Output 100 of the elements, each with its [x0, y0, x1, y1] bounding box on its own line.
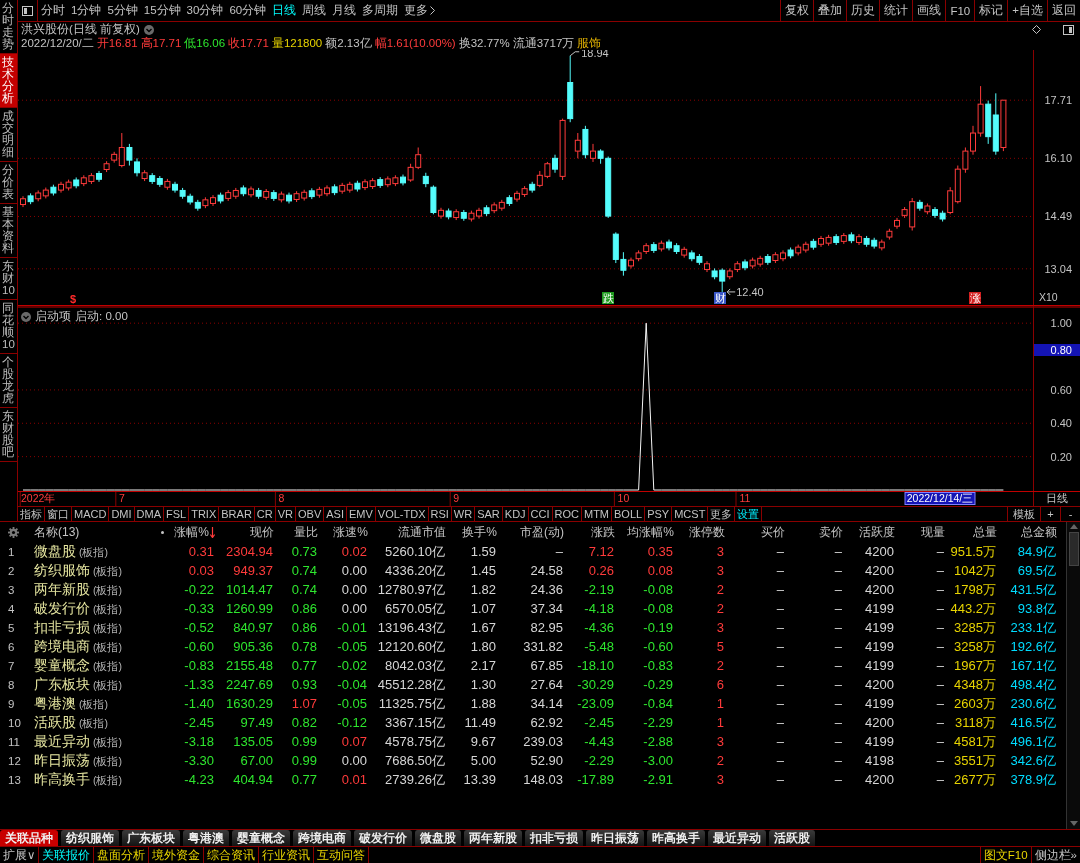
indicator-tab[interactable]: BRAR	[219, 507, 255, 521]
column-header[interactable]: 总金额	[999, 523, 1059, 541]
side-tab[interactable]: 技术分析	[0, 54, 17, 108]
status-link[interactable]: 互动问答	[314, 847, 370, 863]
sector-name[interactable]: 最近异动	[34, 732, 90, 751]
column-header[interactable]: 名称(13)	[34, 523, 80, 541]
side-tab[interactable]: 分时走势	[0, 0, 17, 54]
related-tab[interactable]: 昨高换手	[647, 830, 705, 846]
side-tab[interactable]: 基本资料	[0, 204, 17, 258]
scrollbar-thumb[interactable]	[1068, 532, 1079, 566]
column-header[interactable]: 涨跌	[566, 523, 617, 541]
column-header[interactable]: 流通市值	[370, 523, 448, 541]
sector-name[interactable]: 两年新股	[34, 580, 90, 599]
sector-name[interactable]: 微盘股	[34, 542, 76, 561]
side-tab[interactable]: 个股龙虎	[0, 354, 17, 408]
indicator-tab[interactable]: CCI	[528, 507, 553, 521]
side-tab[interactable]: 同花顺10	[0, 300, 17, 354]
indicator-tab[interactable]: KDJ	[502, 507, 529, 521]
indicator-tab[interactable]: 指标	[18, 507, 45, 521]
period-tab[interactable]: 15分钟	[140, 0, 184, 21]
status-link[interactable]: 行业资讯	[259, 847, 315, 863]
indicator-tab[interactable]: 更多	[708, 507, 736, 521]
indicator-tab[interactable]: ROC	[552, 507, 582, 521]
status-link[interactable]: 侧边栏»	[1030, 847, 1080, 863]
indicator-tab[interactable]: DMA	[134, 507, 164, 521]
side-tab[interactable]: 东财10	[0, 258, 17, 300]
side-tab[interactable]: 成交明细	[0, 108, 17, 162]
period-tab[interactable]: 月线	[329, 0, 360, 21]
status-link[interactable]: 境外资金	[149, 847, 205, 863]
period-tab[interactable]: 1分钟	[68, 0, 105, 21]
status-link[interactable]: 综合资讯	[204, 847, 260, 863]
column-header[interactable]: 换手%	[448, 523, 499, 541]
column-header[interactable]: 总量	[947, 523, 999, 541]
status-link[interactable]: 盘面分析	[94, 847, 150, 863]
related-tab[interactable]: 广东板块	[122, 830, 180, 846]
up-arrow-icon[interactable]	[1069, 524, 1078, 529]
period-tab[interactable]: 30分钟	[183, 0, 227, 21]
related-tab[interactable]: 婴童概念	[232, 830, 290, 846]
related-tab[interactable]: 最近异动	[708, 830, 766, 846]
sector-name[interactable]: 粤港澳	[34, 694, 76, 713]
indicator-tab[interactable]: VR	[275, 507, 296, 521]
side-tab[interactable]: 分价表	[0, 162, 17, 204]
column-header[interactable]: 买价	[727, 523, 787, 541]
related-tab[interactable]: 关联品种	[0, 830, 58, 846]
indicator-tab[interactable]: WR	[451, 507, 476, 521]
related-tab[interactable]: 破发行价	[354, 830, 412, 846]
column-header[interactable]: 现价	[217, 523, 276, 541]
indicator-tab[interactable]: RSI	[428, 507, 452, 521]
column-header[interactable]: 涨幅%	[170, 523, 217, 541]
indicator-tab[interactable]: TRIX	[189, 507, 220, 521]
sector-name[interactable]: 活跃股	[34, 713, 76, 732]
status-link[interactable]: 关联报价	[39, 847, 95, 863]
indicator-tab[interactable]: MTM	[582, 507, 613, 521]
indicator-tab[interactable]: VOL-TDX	[375, 507, 429, 521]
indicator-tab[interactable]: FSL	[164, 507, 190, 521]
column-header[interactable]: 涨速%	[320, 523, 370, 541]
sector-name[interactable]: 扣非亏损	[34, 618, 90, 637]
indicator-tab[interactable]: SAR	[475, 507, 503, 521]
column-header[interactable]: 涨停数	[676, 523, 727, 541]
related-tab[interactable]: 活跃股	[769, 830, 815, 846]
down-arrow-icon[interactable]	[1069, 821, 1078, 826]
indicator-tab[interactable]: BOLL	[612, 507, 646, 521]
more-button[interactable]: 更多	[401, 0, 439, 21]
sector-name[interactable]: 纺织服饰	[34, 561, 90, 580]
column-header[interactable]: 市盈(动)	[499, 523, 566, 541]
period-tab[interactable]: 60分钟	[226, 0, 270, 21]
indicator-tab[interactable]: 设置	[735, 507, 763, 521]
column-header[interactable]: 活跃度	[845, 523, 897, 541]
related-tab[interactable]: 跨境电商	[293, 830, 351, 846]
indicator-tab[interactable]: OBV	[296, 507, 325, 521]
sector-name[interactable]: 昨日振荡	[34, 751, 90, 770]
related-tab[interactable]: 纺织服饰	[61, 830, 119, 846]
column-header[interactable]: 现量	[897, 523, 947, 541]
indicator-tab[interactable]: 窗口	[45, 507, 72, 521]
settings-icon[interactable]	[8, 526, 19, 538]
sector-name[interactable]: 跨境电商	[34, 637, 90, 656]
period-tab[interactable]: 分时	[38, 0, 68, 21]
status-link[interactable]: 图文F10	[979, 847, 1031, 863]
scrollbar[interactable]	[1066, 522, 1080, 829]
period-tab[interactable]: 5分钟	[104, 0, 141, 21]
indicator-tab[interactable]: MACD	[72, 507, 110, 521]
period-tab[interactable]: 周线	[299, 0, 330, 21]
period-tab[interactable]: 多周期	[359, 0, 402, 21]
related-tab[interactable]: 微盘股	[415, 830, 461, 846]
indicator-tab[interactable]: PSY	[645, 507, 673, 521]
related-tab[interactable]: 两年新股	[464, 830, 522, 846]
indicator-tab[interactable]: MCST	[672, 507, 709, 521]
column-header[interactable]: 卖价	[787, 523, 845, 541]
layout-button[interactable]	[1063, 24, 1074, 35]
period-tab[interactable]: 日线	[269, 0, 300, 21]
side-tab[interactable]: 东财股吧	[0, 408, 17, 462]
sector-name[interactable]: 广东板块	[34, 675, 90, 694]
expand-menu-button[interactable]: 扩展∨	[0, 847, 40, 863]
indicator-tab[interactable]: EMV	[346, 507, 376, 521]
sector-name[interactable]: 婴童概念	[34, 656, 90, 675]
related-tab[interactable]: 昨日振荡	[586, 830, 644, 846]
indicator-tab[interactable]: DMI	[109, 507, 135, 521]
related-tab[interactable]: 粤港澳	[183, 830, 229, 846]
sector-name[interactable]: 破发行价	[34, 599, 90, 618]
related-tab[interactable]: 扣非亏损	[525, 830, 583, 846]
